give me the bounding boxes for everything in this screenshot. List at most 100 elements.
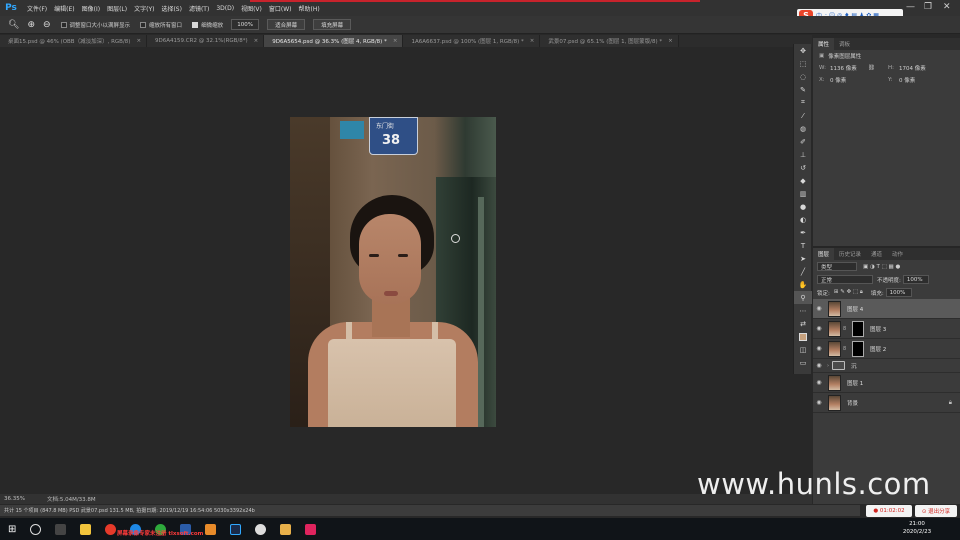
visibility-eye-icon[interactable]: ◉ — [813, 362, 825, 369]
menu-filter[interactable]: 滤镜(T) — [189, 4, 209, 13]
y-field[interactable]: 0 像素 — [897, 76, 937, 85]
close-icon[interactable]: ✕ — [943, 2, 951, 12]
layer-filter-select[interactable]: 类型 — [817, 262, 857, 271]
menu-select[interactable]: 选择(S) — [161, 4, 182, 13]
app-icon[interactable] — [205, 523, 217, 535]
doc-size[interactable]: 文档:5.04M/33.8M — [47, 495, 96, 503]
file-explorer-icon[interactable] — [80, 523, 92, 535]
visibility-eye-icon[interactable]: ◉ — [813, 345, 825, 352]
close-tab-icon[interactable]: × — [668, 38, 673, 44]
lasso-tool-icon[interactable]: ◌ — [794, 70, 812, 83]
gradient-tool-icon[interactable]: ▥ — [794, 187, 812, 200]
browser-icon[interactable] — [105, 523, 117, 535]
tab-document-1[interactable]: 桌面15.psd @ 46% (OBB（减淡加深）, RGB/8) × — [0, 35, 148, 47]
path-select-tool-icon[interactable]: ➤ — [794, 252, 812, 265]
search-icon[interactable] — [30, 523, 42, 535]
menu-window[interactable]: 窗口(W) — [269, 4, 292, 13]
x-field[interactable]: 0 像素 — [828, 76, 868, 85]
tab-document-3[interactable]: 9D6A5654.psd @ 36.3% (图层 4, RGB/8) * × — [264, 35, 404, 47]
photoshop-taskbar-icon[interactable] — [230, 523, 242, 535]
menu-image[interactable]: 图像(I) — [82, 4, 100, 13]
lock-icons[interactable]: ⊞ ✎ ✥ ⬚ 🔒︎ — [834, 289, 863, 296]
color-swatches-icon[interactable] — [794, 330, 812, 343]
dodge-tool-icon[interactable]: ◐ — [794, 213, 812, 226]
folder-taskbar-icon[interactable] — [280, 523, 292, 535]
close-tab-icon[interactable]: × — [136, 38, 141, 44]
close-tab-icon[interactable]: × — [393, 38, 398, 44]
layer-row[interactable]: ◉ 8 图层 3 — [813, 319, 960, 339]
menu-view[interactable]: 视图(V) — [241, 4, 262, 13]
screen-mode-icon[interactable]: ▭ — [794, 356, 812, 369]
tab-adjustments[interactable]: 调板 — [834, 38, 855, 50]
more-tools-icon[interactable]: ⋯ — [794, 304, 812, 317]
link-icon[interactable]: ⛓ — [868, 65, 888, 71]
zoom-icon[interactable]: 🔍︎ — [8, 20, 19, 30]
recording-timer[interactable]: ● 01:02:02 — [866, 505, 912, 517]
zoom-level[interactable]: 36.35% — [4, 496, 25, 502]
swap-colors-icon[interactable]: ⇄ — [794, 317, 812, 330]
close-tab-icon[interactable]: × — [530, 38, 535, 44]
tab-channels[interactable]: 通道 — [866, 248, 887, 260]
menu-edit[interactable]: 编辑(E) — [54, 4, 74, 13]
menu-file[interactable]: 文件(F) — [27, 4, 47, 13]
background-layer-row[interactable]: ◉ 背景 🔒︎ — [813, 393, 960, 413]
eraser-tool-icon[interactable]: ◆ — [794, 174, 812, 187]
visibility-eye-icon[interactable]: ◉ — [813, 379, 825, 386]
zoom-tool-icon[interactable]: ⚲ — [794, 291, 812, 304]
windows-start-icon[interactable]: ⊞ — [8, 524, 16, 535]
visibility-eye-icon[interactable]: ◉ — [813, 325, 825, 332]
brush-tool-icon[interactable]: ✐ — [794, 135, 812, 148]
layer-row[interactable]: ◉ 图层 1 — [813, 373, 960, 393]
scrubby-zoom-checkbox[interactable]: 细微缩放 — [192, 21, 223, 29]
visibility-eye-icon[interactable]: ◉ — [813, 399, 825, 406]
tab-document-5[interactable]: 武景07.psd @ 65.1% (图层 1, 图层蒙版/8) * × — [540, 35, 679, 47]
zoom-out-icon[interactable]: ⊖ — [43, 20, 51, 30]
recorder-icon[interactable] — [305, 523, 317, 535]
line-tool-icon[interactable]: ╱ — [794, 265, 812, 278]
tab-document-2[interactable]: 9D6A4159.CR2 @ 32.1%(RGB/8*) × — [147, 35, 265, 47]
blend-mode-select[interactable]: 正常 — [817, 275, 873, 284]
width-field[interactable]: 1136 像素 — [828, 64, 868, 73]
qq-icon[interactable] — [255, 523, 267, 535]
task-view-icon[interactable] — [55, 523, 67, 535]
resize-windows-checkbox[interactable]: 调整窗口大小以满屏显示 — [60, 21, 130, 29]
eyedropper-tool-icon[interactable]: ⁄ — [794, 109, 812, 122]
tab-actions[interactable]: 动作 — [887, 248, 908, 260]
layer-mask-thumbnail[interactable] — [852, 320, 864, 337]
layer-group-row[interactable]: ◉ › 沉 — [813, 359, 960, 373]
visibility-eye-icon[interactable]: ◉ — [813, 305, 825, 312]
crop-tool-icon[interactable]: ⌗ — [794, 96, 812, 109]
document-photo[interactable]: 东门街 38 — [290, 117, 496, 427]
move-tool-icon[interactable]: ✥ — [794, 44, 812, 57]
tab-properties[interactable]: 属性 — [813, 38, 835, 50]
zoom-all-checkbox[interactable]: 缩放所有窗口 — [140, 21, 182, 29]
close-tab-icon[interactable]: × — [254, 38, 259, 44]
height-field[interactable]: 1704 像素 — [897, 64, 937, 73]
type-tool-icon[interactable]: T — [794, 239, 812, 252]
mask-link-icon[interactable]: 8 — [843, 346, 848, 352]
restore-icon[interactable]: ❐ — [924, 2, 932, 12]
menu-type[interactable]: 文字(Y) — [134, 4, 154, 13]
zoom-value-field[interactable]: 100% — [231, 19, 260, 30]
filter-icons[interactable]: ▣ ◑ T ⬚ ▦ ● — [863, 264, 900, 270]
taskbar-clock[interactable]: 21:00 2020/2/23 — [898, 520, 936, 536]
marquee-tool-icon[interactable]: ⬚ — [794, 57, 812, 70]
pen-tool-icon[interactable]: ✒ — [794, 226, 812, 239]
layer-mask-thumbnail[interactable] — [852, 340, 864, 357]
fit-screen-button[interactable]: 适合屏幕 — [267, 19, 306, 30]
tab-document-4[interactable]: 1A6A6637.psd @ 100% (图层 1, RGB/8) * × — [403, 35, 541, 47]
stamp-tool-icon[interactable]: ⊥ — [794, 148, 812, 161]
quick-mask-icon[interactable]: ◫ — [794, 343, 812, 356]
expand-chevron-icon[interactable]: › — [827, 363, 829, 369]
blur-tool-icon[interactable]: ● — [794, 200, 812, 213]
quick-select-tool-icon[interactable]: ✎ — [794, 83, 812, 96]
menu-layer[interactable]: 图层(L) — [107, 4, 127, 13]
fill-screen-button[interactable]: 填充屏幕 — [313, 19, 352, 30]
mask-link-icon[interactable]: 8 — [843, 326, 848, 332]
history-brush-icon[interactable]: ↺ — [794, 161, 812, 174]
fill-field[interactable]: 100% — [885, 288, 912, 297]
hand-tool-icon[interactable]: ✋ — [794, 278, 812, 291]
healing-tool-icon[interactable]: ◍ — [794, 122, 812, 135]
tab-layers[interactable]: 图层 — [813, 248, 835, 260]
layer-row[interactable]: ◉ 8 图层 2 — [813, 339, 960, 359]
